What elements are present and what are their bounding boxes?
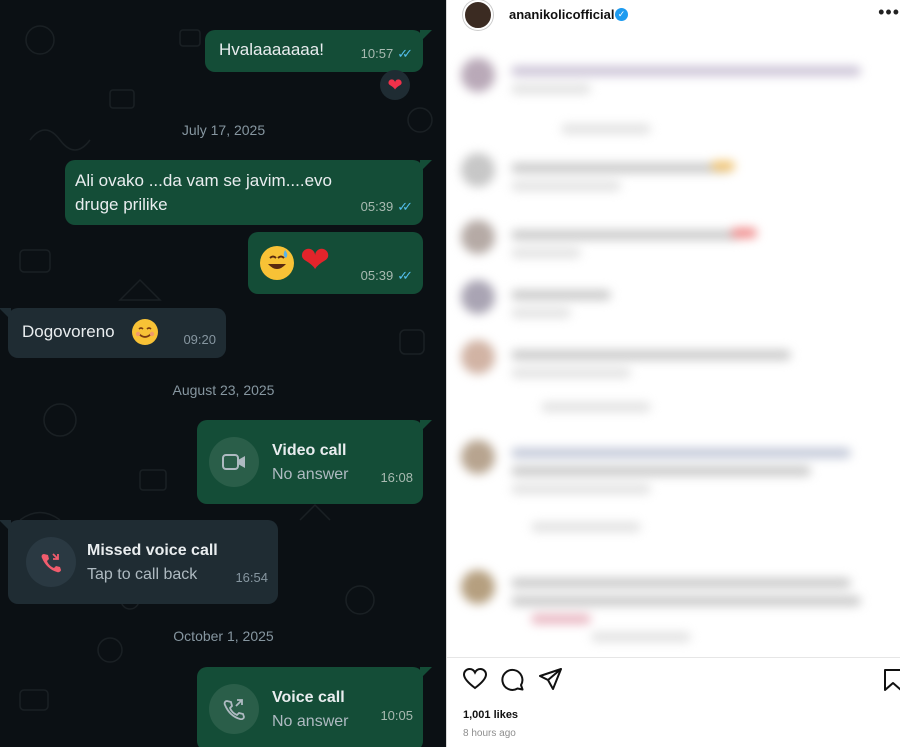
call-title: Video call [272, 442, 347, 459]
avatar [461, 280, 495, 314]
avatar[interactable] [463, 0, 493, 30]
username-link[interactable]: ananikolicofficial [509, 7, 614, 22]
call-subtitle: No answer [272, 466, 349, 483]
date-separator: July 17, 2025 [181, 122, 266, 138]
message-time: 05:39 [360, 199, 394, 214]
avatar [461, 440, 495, 474]
post-timestamp: 8 hours ago [463, 728, 516, 739]
message-text: Dogovoreno [22, 322, 115, 341]
message-text-line-1: Ali ovako ...da vam se javim....evo [75, 171, 332, 190]
message-time: 16:54 [235, 570, 268, 585]
message-bubble-outgoing[interactable]: Hvalaaaaaaa! 10:57 ✓✓ [205, 30, 432, 72]
avatar [461, 570, 495, 604]
avatar [461, 220, 495, 254]
read-ticks-icon: ✓✓ [397, 46, 413, 61]
call-subtitle: No answer [272, 713, 349, 730]
smiling-emoji [132, 319, 158, 345]
call-title: Missed voice call [87, 542, 218, 559]
message-meta: 16:08 [380, 466, 413, 490]
message-bubble-incoming[interactable]: Dogovoreno 09:20 [0, 308, 226, 358]
date-separator: August 23, 2025 [172, 382, 275, 398]
message-bubble-outgoing[interactable]: ❤ 05:39 ✓✓ [248, 232, 423, 294]
red-heart-emoji: ❤ [300, 239, 331, 280]
call-title: Voice call [272, 689, 345, 706]
missed-call-icon [26, 537, 76, 587]
post-header: ananikolicofficial ✓ ••• [447, 0, 900, 34]
verified-badge-icon: ✓ [615, 8, 628, 21]
bookmark-icon[interactable] [883, 668, 900, 697]
more-dots-icon[interactable]: ••• [878, 2, 900, 23]
message-text: Hvalaaaaaaa! [219, 40, 324, 59]
video-camera-icon [209, 437, 259, 487]
read-ticks-icon: ✓✓ [397, 199, 413, 214]
date-separator: October 1, 2025 [173, 628, 274, 644]
message-meta: 16:54 [235, 566, 268, 590]
avatar [461, 340, 495, 374]
chat-screenshot: Hvalaaaaaaa! 10:57 ✓✓ ❤ July 17, 2025 Al… [0, 0, 447, 747]
message-text-line-2: druge prilike [75, 195, 168, 214]
message-meta: 05:39 ✓✓ [361, 264, 413, 288]
heart-reaction-icon[interactable]: ❤ [380, 70, 410, 100]
message-time: 10:05 [380, 708, 413, 723]
message-meta: 10:05 [380, 704, 413, 728]
video-call-bubble[interactable]: Video call No answer 16:08 [197, 420, 432, 504]
instagram-post: ananikolicofficial ✓ ••• 1,001 likes 8 h… [447, 0, 900, 747]
comment-icon[interactable] [501, 668, 524, 696]
missed-voice-call-bubble[interactable]: Missed voice call Tap to call back 16:54 [0, 520, 278, 604]
message-time: 10:57 [360, 46, 394, 61]
message-bubble-outgoing[interactable]: Ali ovako ...da vam se javim....evo drug… [65, 160, 432, 225]
heart-icon[interactable] [462, 667, 488, 695]
share-icon[interactable] [539, 668, 562, 695]
avatar [461, 58, 495, 92]
message-meta: 05:39 ✓✓ [361, 195, 413, 219]
phone-outgoing-icon [209, 684, 259, 734]
avatar [461, 153, 495, 187]
message-time: 05:39 [360, 268, 394, 283]
grinning-sweat-emoji [260, 246, 294, 280]
call-subtitle: Tap to call back [87, 566, 198, 583]
divider [447, 657, 900, 658]
read-ticks-icon: ✓✓ [397, 268, 413, 283]
message-time: 16:08 [380, 470, 413, 485]
likes-count[interactable]: 1,001 likes [463, 709, 518, 721]
message-time: 09:20 [183, 332, 216, 347]
blurred-comments [447, 48, 900, 648]
message-meta: 10:57 ✓✓ [361, 42, 413, 66]
message-meta: 09:20 [183, 328, 216, 352]
voice-call-bubble[interactable]: Voice call No answer 10:05 [197, 667, 432, 747]
